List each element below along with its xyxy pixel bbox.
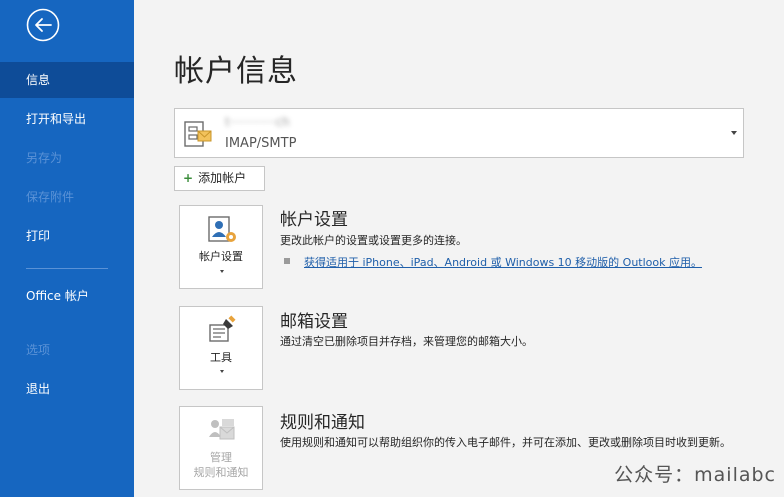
page-title: 帐户信息	[174, 54, 298, 89]
back-arrow-icon[interactable]	[26, 8, 60, 42]
nav-exit[interactable]: 退出	[0, 371, 134, 407]
chevron-down-icon[interactable]	[731, 131, 737, 135]
outlook-mobile-link[interactable]: 获得适用于 iPhone、iPad、Android 或 Windows 10 移…	[304, 254, 702, 270]
nav-save-attachments: 保存附件	[26, 190, 75, 204]
account-selector[interactable]: t············ch IMAP/SMTP	[174, 108, 744, 158]
manage-rules-tile: 管理 规则和通知	[179, 406, 263, 490]
add-account-button[interactable]: + 添加帐户	[174, 166, 265, 191]
nav-divider	[26, 268, 108, 269]
tile-label-line1: 管理	[210, 451, 232, 464]
nav-open-export[interactable]: 打开和导出	[0, 101, 134, 137]
chevron-down-icon	[220, 270, 224, 273]
section-title-account-settings: 帐户设置	[280, 210, 348, 230]
nav-save-as: 另存为	[26, 151, 63, 165]
chevron-down-icon	[220, 370, 224, 373]
account-settings-tile[interactable]: 帐户设置	[179, 205, 263, 289]
tools-icon	[209, 315, 236, 342]
nav-print[interactable]: 打印	[0, 218, 134, 254]
watermark: 公众号：mailabc	[614, 464, 776, 486]
section-desc-account-settings: 更改此帐户的设置或设置更多的连接。	[280, 234, 467, 247]
nav-info[interactable]: 信息	[0, 62, 134, 98]
account-type: IMAP/SMTP	[225, 136, 297, 151]
section-title-mailbox-settings: 邮箱设置	[280, 312, 348, 332]
section-title-rules-alerts: 规则和通知	[280, 413, 365, 433]
nav-office-account[interactable]: Office 帐户	[0, 286, 90, 322]
bullet-icon	[284, 258, 290, 264]
backstage-sidebar: 信息 打开和导出 另存为 保存附件 打印 Office 帐户 选项 退出	[0, 0, 134, 497]
rules-alerts-icon	[209, 419, 235, 440]
tile-label-line2: 规则和通知	[193, 466, 249, 479]
section-desc-mailbox-settings: 通过清空已删除项目并存档，来管理您的邮箱大小。	[280, 335, 533, 348]
plus-icon: +	[183, 171, 194, 185]
section-desc-rules-alerts: 使用规则和通知可以帮助组织你的传入电子邮件，并可在添加、更改或删除项目时收到更新…	[280, 436, 731, 449]
tile-label: 工具	[210, 351, 232, 364]
add-account-label: 添加帐户	[198, 171, 247, 185]
mail-account-icon	[184, 121, 212, 147]
account-name: t············ch	[225, 115, 290, 129]
tools-tile[interactable]: 工具	[179, 306, 263, 390]
nav-options: 选项	[26, 343, 51, 357]
main-content: 帐户信息 t············ch IMAP/SMTP + 添加帐户 帐户设…	[134, 0, 784, 497]
account-settings-icon	[208, 216, 236, 242]
tile-label: 帐户设置	[199, 250, 243, 263]
